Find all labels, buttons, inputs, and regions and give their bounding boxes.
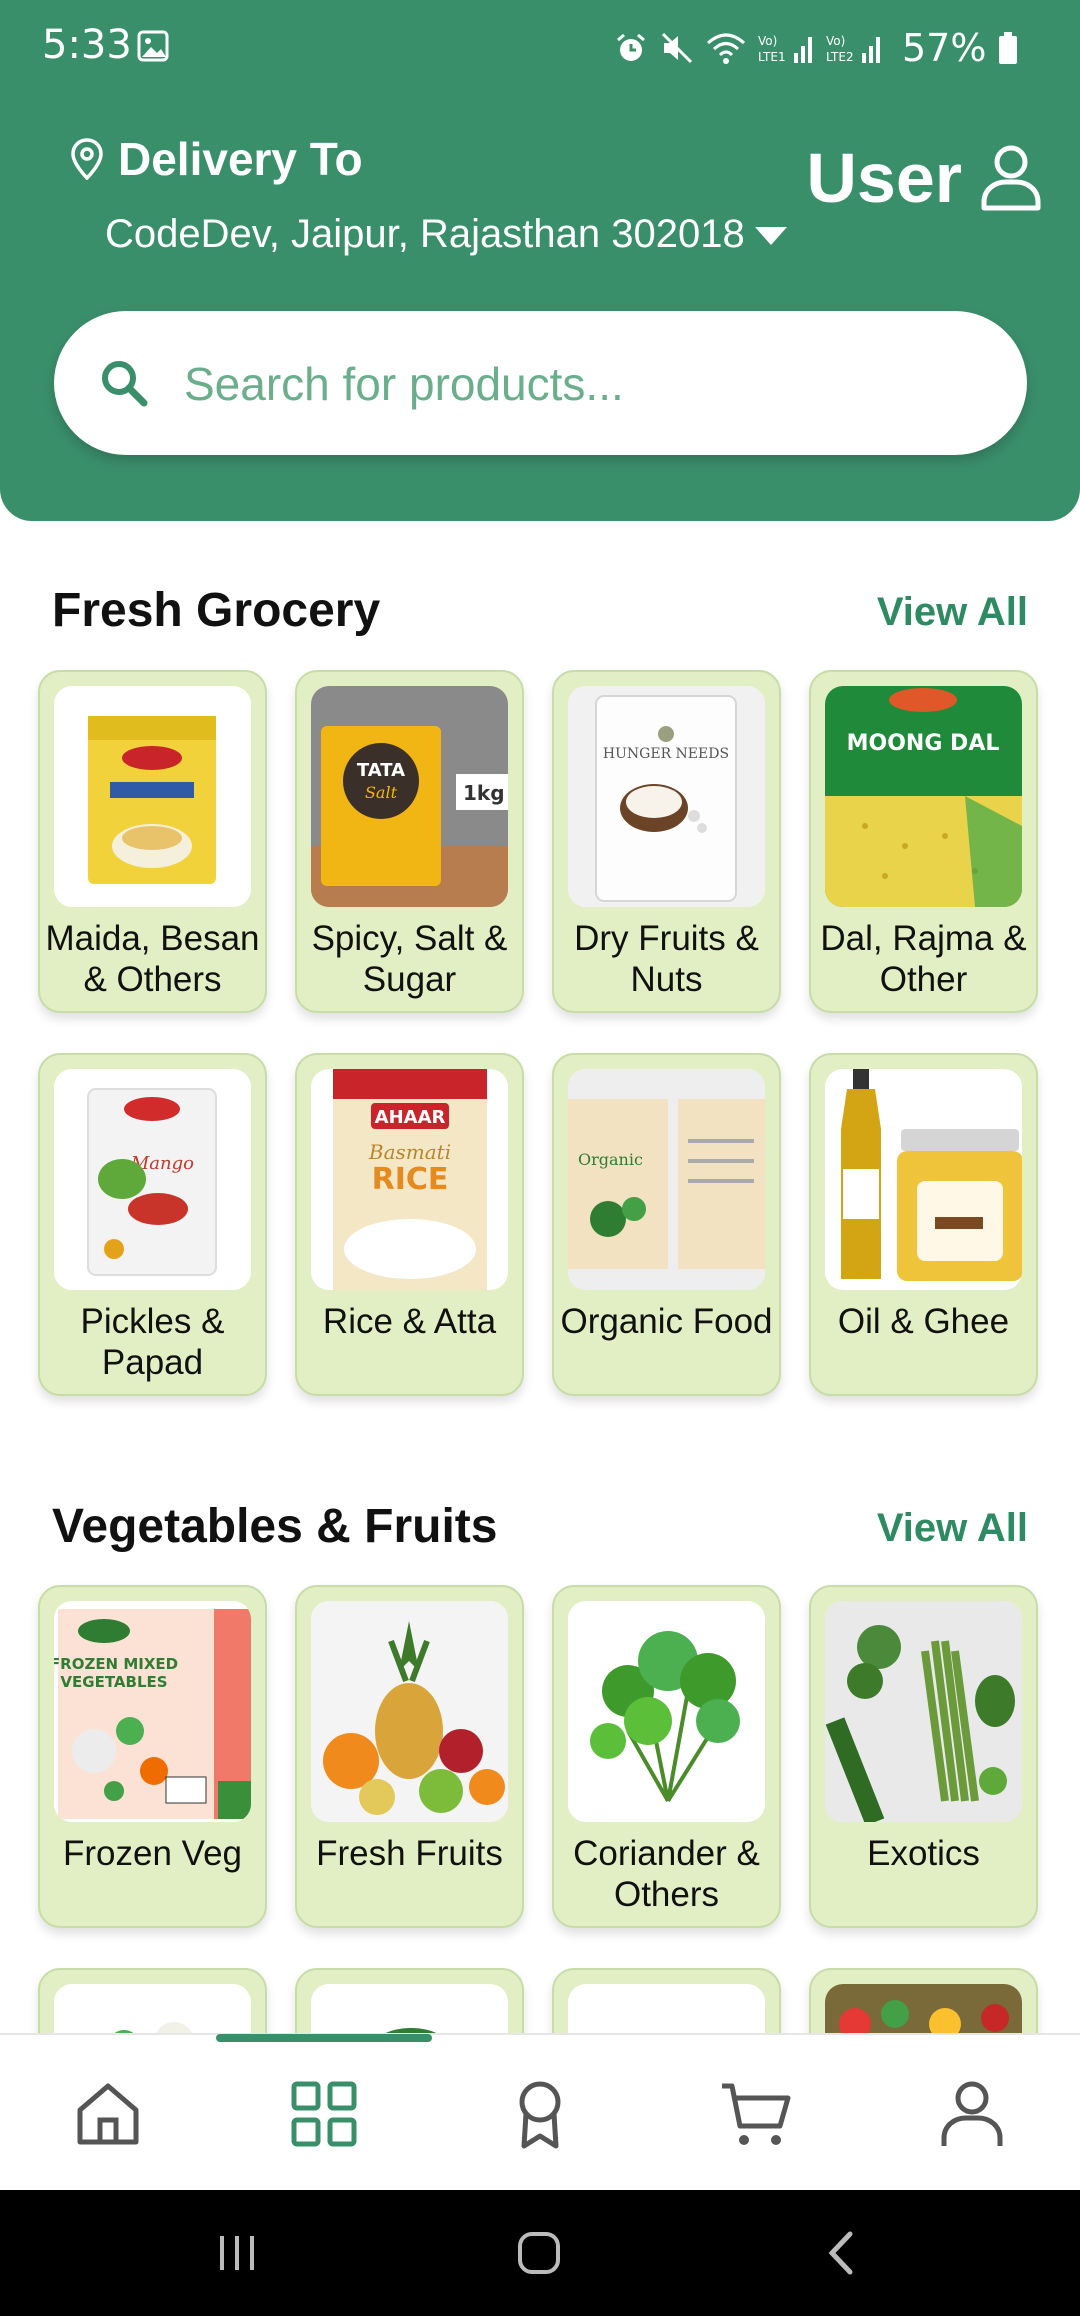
system-navigation-bar xyxy=(0,2190,1080,2316)
user-icon xyxy=(941,2081,1003,2146)
alarm-icon xyxy=(617,33,645,61)
mute-icon xyxy=(661,32,693,64)
category-label: Coriander & Others xyxy=(573,1834,760,1914)
nav-categories[interactable] xyxy=(288,2078,360,2150)
category-label: Rice & Atta xyxy=(322,1302,497,1341)
basmati-rice-bag-image: AHAAR Basmati RICE xyxy=(311,1069,508,1290)
location-pin-icon xyxy=(71,138,103,180)
category-label: Maida, Besan & Others xyxy=(45,919,260,999)
category-card-rice-atta[interactable]: AHAAR Basmati RICE Rice & Atta xyxy=(295,1053,524,1396)
category-label: Fresh Fruits xyxy=(316,1834,503,1873)
category-card-coriander[interactable]: Coriander & Others xyxy=(552,1585,781,1928)
grid-icon xyxy=(291,2081,357,2147)
wifi-icon xyxy=(707,33,745,64)
category-card-exotics[interactable]: Exotics xyxy=(809,1585,1038,1928)
chevron-down-icon xyxy=(754,226,787,245)
category-card-oil-ghee[interactable]: Oil & Ghee xyxy=(809,1053,1038,1396)
svg-text:LTE1: LTE1 xyxy=(758,50,786,64)
search-input[interactable] xyxy=(182,347,986,421)
search-icon xyxy=(102,361,148,407)
category-label: Exotics xyxy=(867,1834,980,1873)
svg-text:Vo): Vo) xyxy=(758,34,777,48)
svg-text:1kg: 1kg xyxy=(463,781,505,805)
frozen-veg-pack-image: FROZEN MIXED VEGETABLES xyxy=(54,1601,251,1822)
organic-pouches-image: Organic xyxy=(568,1069,765,1290)
home-button-icon[interactable] xyxy=(514,2230,564,2276)
coconut-pouch-image: HUNGER NEEDS xyxy=(568,686,765,907)
category-label: Dal, Rajma & Other xyxy=(820,919,1027,999)
gallery-notification-icon xyxy=(137,30,169,62)
besan-packet-image xyxy=(54,686,251,907)
user-label: User xyxy=(806,139,962,217)
category-card-maida-besan[interactable]: Maida, Besan & Others xyxy=(38,670,267,1013)
category-label: Pickles & Papad xyxy=(80,1302,225,1382)
category-card-dry-fruits-nuts[interactable]: HUNGER NEEDS Dry Fruits & Nuts xyxy=(552,670,781,1013)
nav-cart[interactable] xyxy=(720,2078,792,2150)
user-icon xyxy=(981,145,1041,211)
category-label: Frozen Veg xyxy=(63,1834,242,1873)
oil-ghee-jars-image xyxy=(825,1069,1022,1290)
delivery-address: CodeDev, Jaipur, Rajasthan 302018 xyxy=(105,212,745,256)
svg-text:VEGETABLES: VEGETABLES xyxy=(60,1673,167,1691)
battery-icon xyxy=(999,32,1018,64)
coriander-bunch-image xyxy=(568,1601,765,1822)
signal-lte1-icon: Vo) LTE1 xyxy=(758,34,812,64)
svg-text:AHAAR: AHAAR xyxy=(375,1107,446,1128)
nav-home[interactable] xyxy=(72,2078,144,2150)
recent-apps-icon[interactable] xyxy=(214,2230,260,2276)
battery-percent: 57% xyxy=(902,26,987,70)
svg-text:MOONG DAL: MOONG DAL xyxy=(847,731,1000,756)
category-label: Organic Food xyxy=(560,1302,773,1341)
category-label: Oil & Ghee xyxy=(837,1302,1010,1341)
award-ribbon-icon xyxy=(519,2081,561,2149)
delivery-to-label[interactable]: Delivery To xyxy=(70,132,363,186)
view-all-vegetables-fruits[interactable]: View All xyxy=(877,1506,1028,1551)
nav-rewards[interactable] xyxy=(504,2078,576,2150)
svg-text:RICE: RICE xyxy=(372,1162,449,1197)
status-time: 5:33 xyxy=(42,22,132,68)
search-bar[interactable] xyxy=(54,311,1027,455)
status-bar: 5:33 Vo) LTE1 Vo) LTE2 57% xyxy=(0,0,1080,96)
exotic-vegetables-image xyxy=(825,1601,1022,1822)
category-card-frozen-veg[interactable]: FROZEN MIXED VEGETABLES Frozen Veg xyxy=(38,1585,267,1928)
category-label: Dry Fruits & Nuts xyxy=(574,919,759,999)
delivery-to-text: Delivery To xyxy=(118,133,363,185)
category-card-pickles-papad[interactable]: Mango Pickles & Papad xyxy=(38,1053,267,1396)
address-selector[interactable]: CodeDev, Jaipur, Rajasthan 302018 xyxy=(105,212,789,257)
home-icon xyxy=(77,2083,139,2145)
section-title-vegetables-fruits: Vegetables & Fruits xyxy=(52,1500,498,1553)
category-card-dal-rajma[interactable]: MOONG DAL Dal, Rajma & Other xyxy=(809,670,1038,1013)
svg-text:LTE2: LTE2 xyxy=(826,50,854,64)
svg-text:FROZEN MIXED: FROZEN MIXED xyxy=(54,1655,178,1673)
section-title-fresh-grocery: Fresh Grocery xyxy=(52,584,381,637)
svg-text:Basmati: Basmati xyxy=(368,1140,451,1164)
view-all-fresh-grocery[interactable]: View All xyxy=(877,590,1028,635)
category-card-fresh-fruits[interactable]: Fresh Fruits xyxy=(295,1585,524,1928)
active-tab-indicator xyxy=(216,2034,432,2042)
category-card-spicy-salt-sugar[interactable]: TATA Salt 1kg Spicy, Salt & Sugar xyxy=(295,670,524,1013)
user-account-button[interactable]: User xyxy=(806,138,1042,218)
svg-text:Vo): Vo) xyxy=(826,34,845,48)
mango-pickle-pouch-image: Mango xyxy=(54,1069,251,1290)
category-label: Spicy, Salt & Sugar xyxy=(311,919,508,999)
moong-dal-pouch-image: MOONG DAL xyxy=(825,686,1022,907)
fruit-basket-image xyxy=(311,1601,508,1822)
svg-text:TATA: TATA xyxy=(357,760,405,781)
svg-text:HUNGER NEEDS: HUNGER NEEDS xyxy=(603,746,729,762)
signal-lte2-icon: Vo) LTE2 xyxy=(826,34,880,64)
back-icon[interactable] xyxy=(820,2230,866,2276)
salt-packet-image: TATA Salt 1kg xyxy=(311,686,508,907)
status-icons: Vo) LTE1 Vo) LTE2 57% xyxy=(614,26,1018,70)
nav-account[interactable] xyxy=(936,2078,1008,2150)
category-card-organic-food[interactable]: Organic Organic Food xyxy=(552,1053,781,1396)
svg-text:Salt: Salt xyxy=(365,783,398,802)
cart-icon xyxy=(722,2083,791,2145)
svg-text:Organic: Organic xyxy=(578,1150,643,1169)
